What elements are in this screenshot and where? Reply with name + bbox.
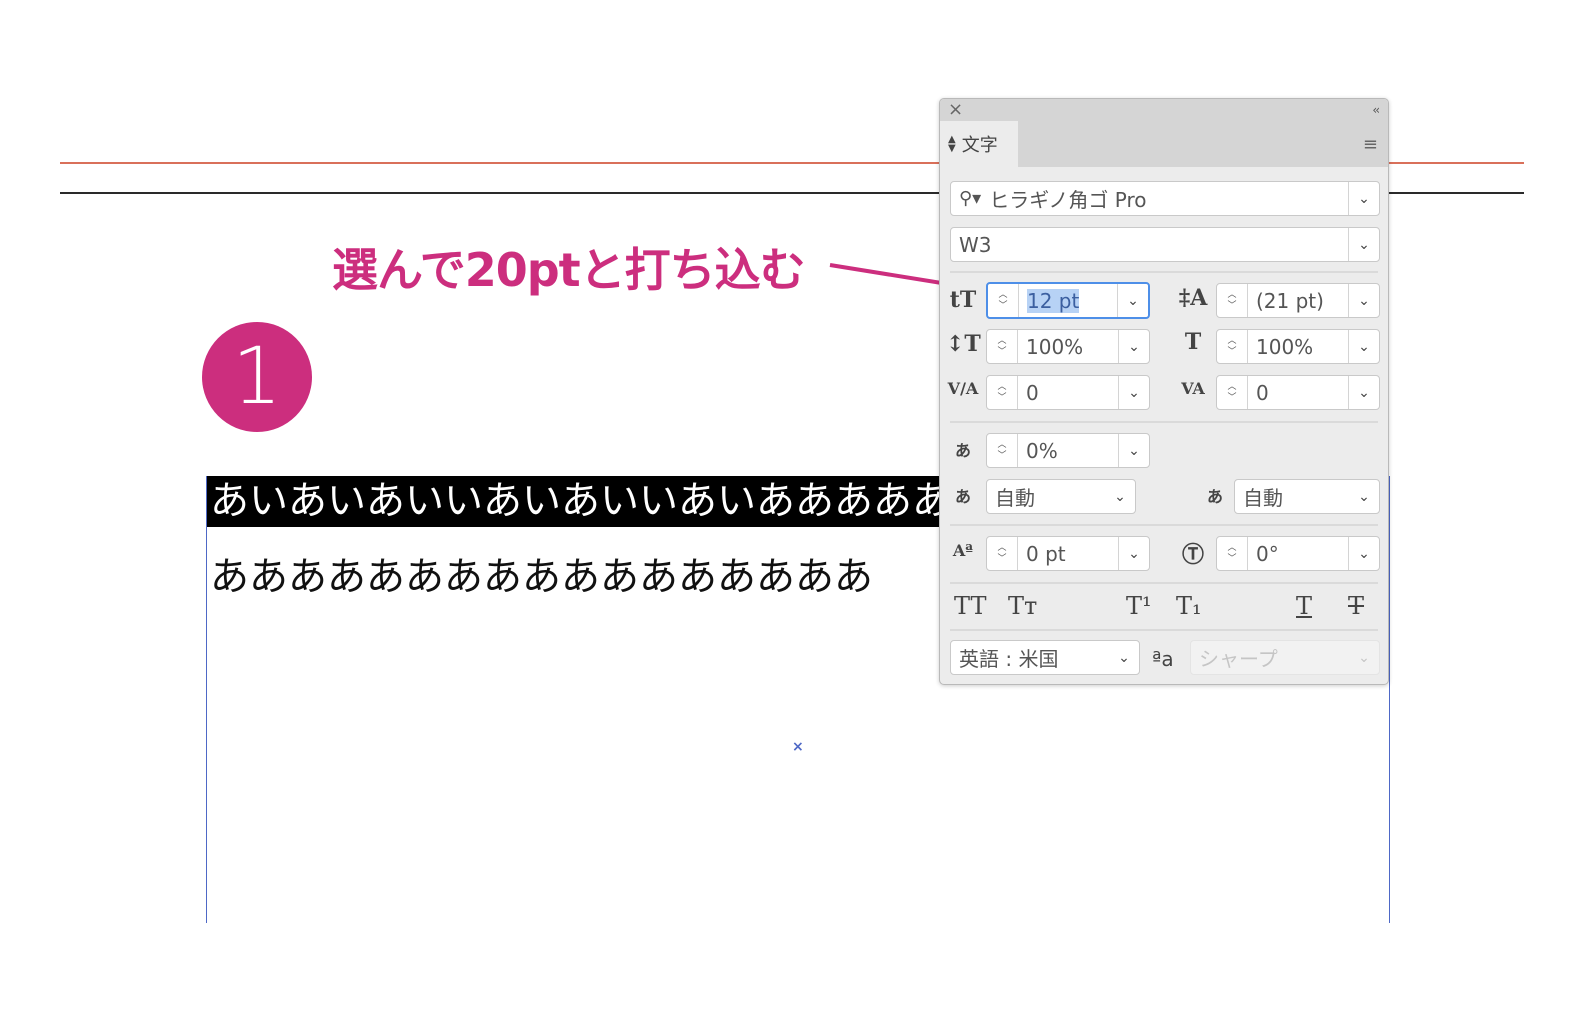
panel-menu-icon[interactable]: ≡	[1363, 134, 1378, 155]
antialias-icon: ªa	[1152, 647, 1174, 671]
stepper-icon[interactable]: ︿ ﹀	[1217, 537, 1248, 570]
aki-left-value: 自動	[995, 486, 1035, 510]
tracking-value[interactable]: 0	[1248, 381, 1348, 405]
subscript-icon[interactable]: T₁	[1176, 592, 1202, 620]
chevron-down-icon[interactable]: ⌄	[1105, 480, 1135, 513]
stepper-icon[interactable]: ︿ ﹀	[988, 284, 1019, 317]
tsume-field[interactable]: ︿ ﹀ 0% ⌄	[986, 433, 1150, 468]
underline-icon[interactable]: T	[1296, 592, 1312, 620]
chevron-down-icon[interactable]: ⌄	[1109, 641, 1139, 674]
panel-titlebar: × ‹‹	[940, 99, 1388, 121]
search-icon: ⚲▾	[959, 188, 982, 209]
divider	[950, 524, 1378, 526]
font-family-select[interactable]: ⚲▾ ヒラギノ角ゴ Pro ⌄	[950, 181, 1380, 216]
chevron-down-icon[interactable]: ⌄	[1118, 330, 1149, 363]
updown-icon: ▲ ▼	[948, 134, 956, 154]
stepper-icon[interactable]: ︿ ﹀	[987, 537, 1018, 570]
all-caps-icon[interactable]: TT	[954, 592, 986, 620]
superscript-icon[interactable]: T¹	[1126, 592, 1152, 620]
chevron-down-icon[interactable]: ⌄	[1348, 284, 1379, 317]
vertical-scale-field[interactable]: ︿ ﹀ 100% ⌄	[986, 329, 1150, 364]
panel-tabbar: ▲ ▼ 文字 ≡	[940, 121, 1388, 167]
small-caps-icon[interactable]: Tт	[1008, 592, 1037, 620]
divider	[950, 421, 1378, 423]
aki-right-icon: あ	[1206, 487, 1223, 506]
aki-right-value: 自動	[1243, 486, 1283, 510]
leading-icon: ‡A	[1178, 285, 1208, 311]
chevron-down-icon[interactable]: ⌄	[1348, 228, 1379, 261]
chevron-down-icon[interactable]: ⌄	[1349, 480, 1379, 513]
baseline-shift-icon: Aª	[952, 541, 974, 560]
stepper-icon[interactable]: ︿ ﹀	[987, 434, 1018, 467]
antialias-value: シャープ	[1199, 647, 1278, 671]
stepper-icon[interactable]: ︿ ﹀	[987, 376, 1018, 409]
horizontal-scale-icon: T	[1184, 329, 1202, 355]
chevron-down-icon[interactable]: ⌄	[1348, 537, 1379, 570]
step-badge: 1	[202, 322, 312, 432]
vertical-scale-value[interactable]: 100%	[1018, 335, 1118, 359]
aki-left-select[interactable]: 自動 ⌄	[986, 479, 1136, 514]
chevron-down-icon[interactable]: ⌄	[1118, 537, 1149, 570]
collapse-icon[interactable]: ‹‹	[1372, 99, 1379, 121]
font-style-select[interactable]: W3 ⌄	[950, 227, 1380, 262]
stepper-icon[interactable]: ︿ ﹀	[1217, 376, 1248, 409]
antialias-select[interactable]: シャープ ⌄	[1190, 640, 1380, 675]
chevron-down-icon[interactable]: ⌄	[1118, 434, 1149, 467]
leading-value[interactable]: (21 pt)	[1248, 289, 1348, 313]
tab-character[interactable]: ▲ ▼ 文字	[940, 121, 1018, 167]
tsume-value[interactable]: 0%	[1018, 439, 1118, 463]
text-line[interactable]: あああああああああああああああああ	[210, 546, 873, 602]
stepper-icon[interactable]: ︿ ﹀	[1217, 284, 1248, 317]
character-panel: × ‹‹ ▲ ▼ 文字 ≡ ⚲▾ ヒラギノ角ゴ Pro ⌄ W3 ⌄ tT ︿ ﹀ …	[939, 98, 1389, 685]
rotation-icon: Ⓣ	[1181, 543, 1204, 568]
kerning-icon: V/A	[947, 379, 979, 398]
divider	[950, 582, 1378, 584]
tab-label: 文字	[961, 135, 998, 156]
chevron-down-icon[interactable]: ⌄	[1349, 641, 1379, 674]
aki-right-select[interactable]: 自動 ⌄	[1234, 479, 1380, 514]
leading-field[interactable]: ︿ ﹀ (21 pt) ⌄	[1216, 283, 1380, 318]
aki-left-icon: あ	[954, 487, 971, 506]
chevron-down-icon[interactable]: ⌄	[1118, 376, 1149, 409]
chevron-down-icon[interactable]: ⌄	[1117, 284, 1148, 317]
divider	[950, 629, 1378, 631]
selected-text-line[interactable]: あいあいあいいあいあいいあいあああああ	[207, 476, 967, 527]
font-size-icon: tT	[949, 287, 977, 313]
font-style-value: W3	[959, 232, 992, 257]
font-family-value: ヒラギノ角ゴ Pro	[989, 188, 1147, 212]
language-value: 英語 : 米国	[959, 647, 1059, 671]
baseline-shift-field[interactable]: ︿ ﹀ 0 pt ⌄	[986, 536, 1150, 571]
kerning-value[interactable]: 0	[1018, 381, 1118, 405]
vertical-scale-icon: ↕T	[946, 331, 981, 357]
language-select[interactable]: 英語 : 米国 ⌄	[950, 640, 1140, 675]
font-size-value[interactable]: 12 pt	[1027, 288, 1080, 313]
font-size-field[interactable]: ︿ ﹀ 12 pt ⌄	[986, 282, 1150, 319]
horizontal-scale-field[interactable]: ︿ ﹀ 100% ⌄	[1216, 329, 1380, 364]
tracking-field[interactable]: ︿ ﹀ 0 ⌄	[1216, 375, 1380, 410]
strikethrough-icon[interactable]: T	[1348, 592, 1364, 620]
chevron-down-icon[interactable]: ⌄	[1348, 376, 1379, 409]
chevron-down-icon[interactable]: ⌄	[1348, 330, 1379, 363]
stepper-icon[interactable]: ︿ ﹀	[987, 330, 1018, 363]
close-icon[interactable]: ×	[948, 99, 963, 121]
horizontal-scale-value[interactable]: 100%	[1248, 335, 1348, 359]
tracking-icon: VA	[1181, 379, 1205, 398]
rotation-field[interactable]: ︿ ﹀ 0° ⌄	[1216, 536, 1380, 571]
stepper-icon[interactable]: ︿ ﹀	[1217, 330, 1248, 363]
kerning-field[interactable]: ︿ ﹀ 0 ⌄	[986, 375, 1150, 410]
divider	[950, 271, 1378, 273]
chevron-down-icon[interactable]: ⌄	[1348, 182, 1379, 215]
rotation-value[interactable]: 0°	[1248, 542, 1348, 566]
tsume-icon: あ	[954, 441, 971, 460]
baseline-shift-value[interactable]: 0 pt	[1018, 542, 1118, 566]
frame-center-mark: ×	[792, 739, 804, 755]
